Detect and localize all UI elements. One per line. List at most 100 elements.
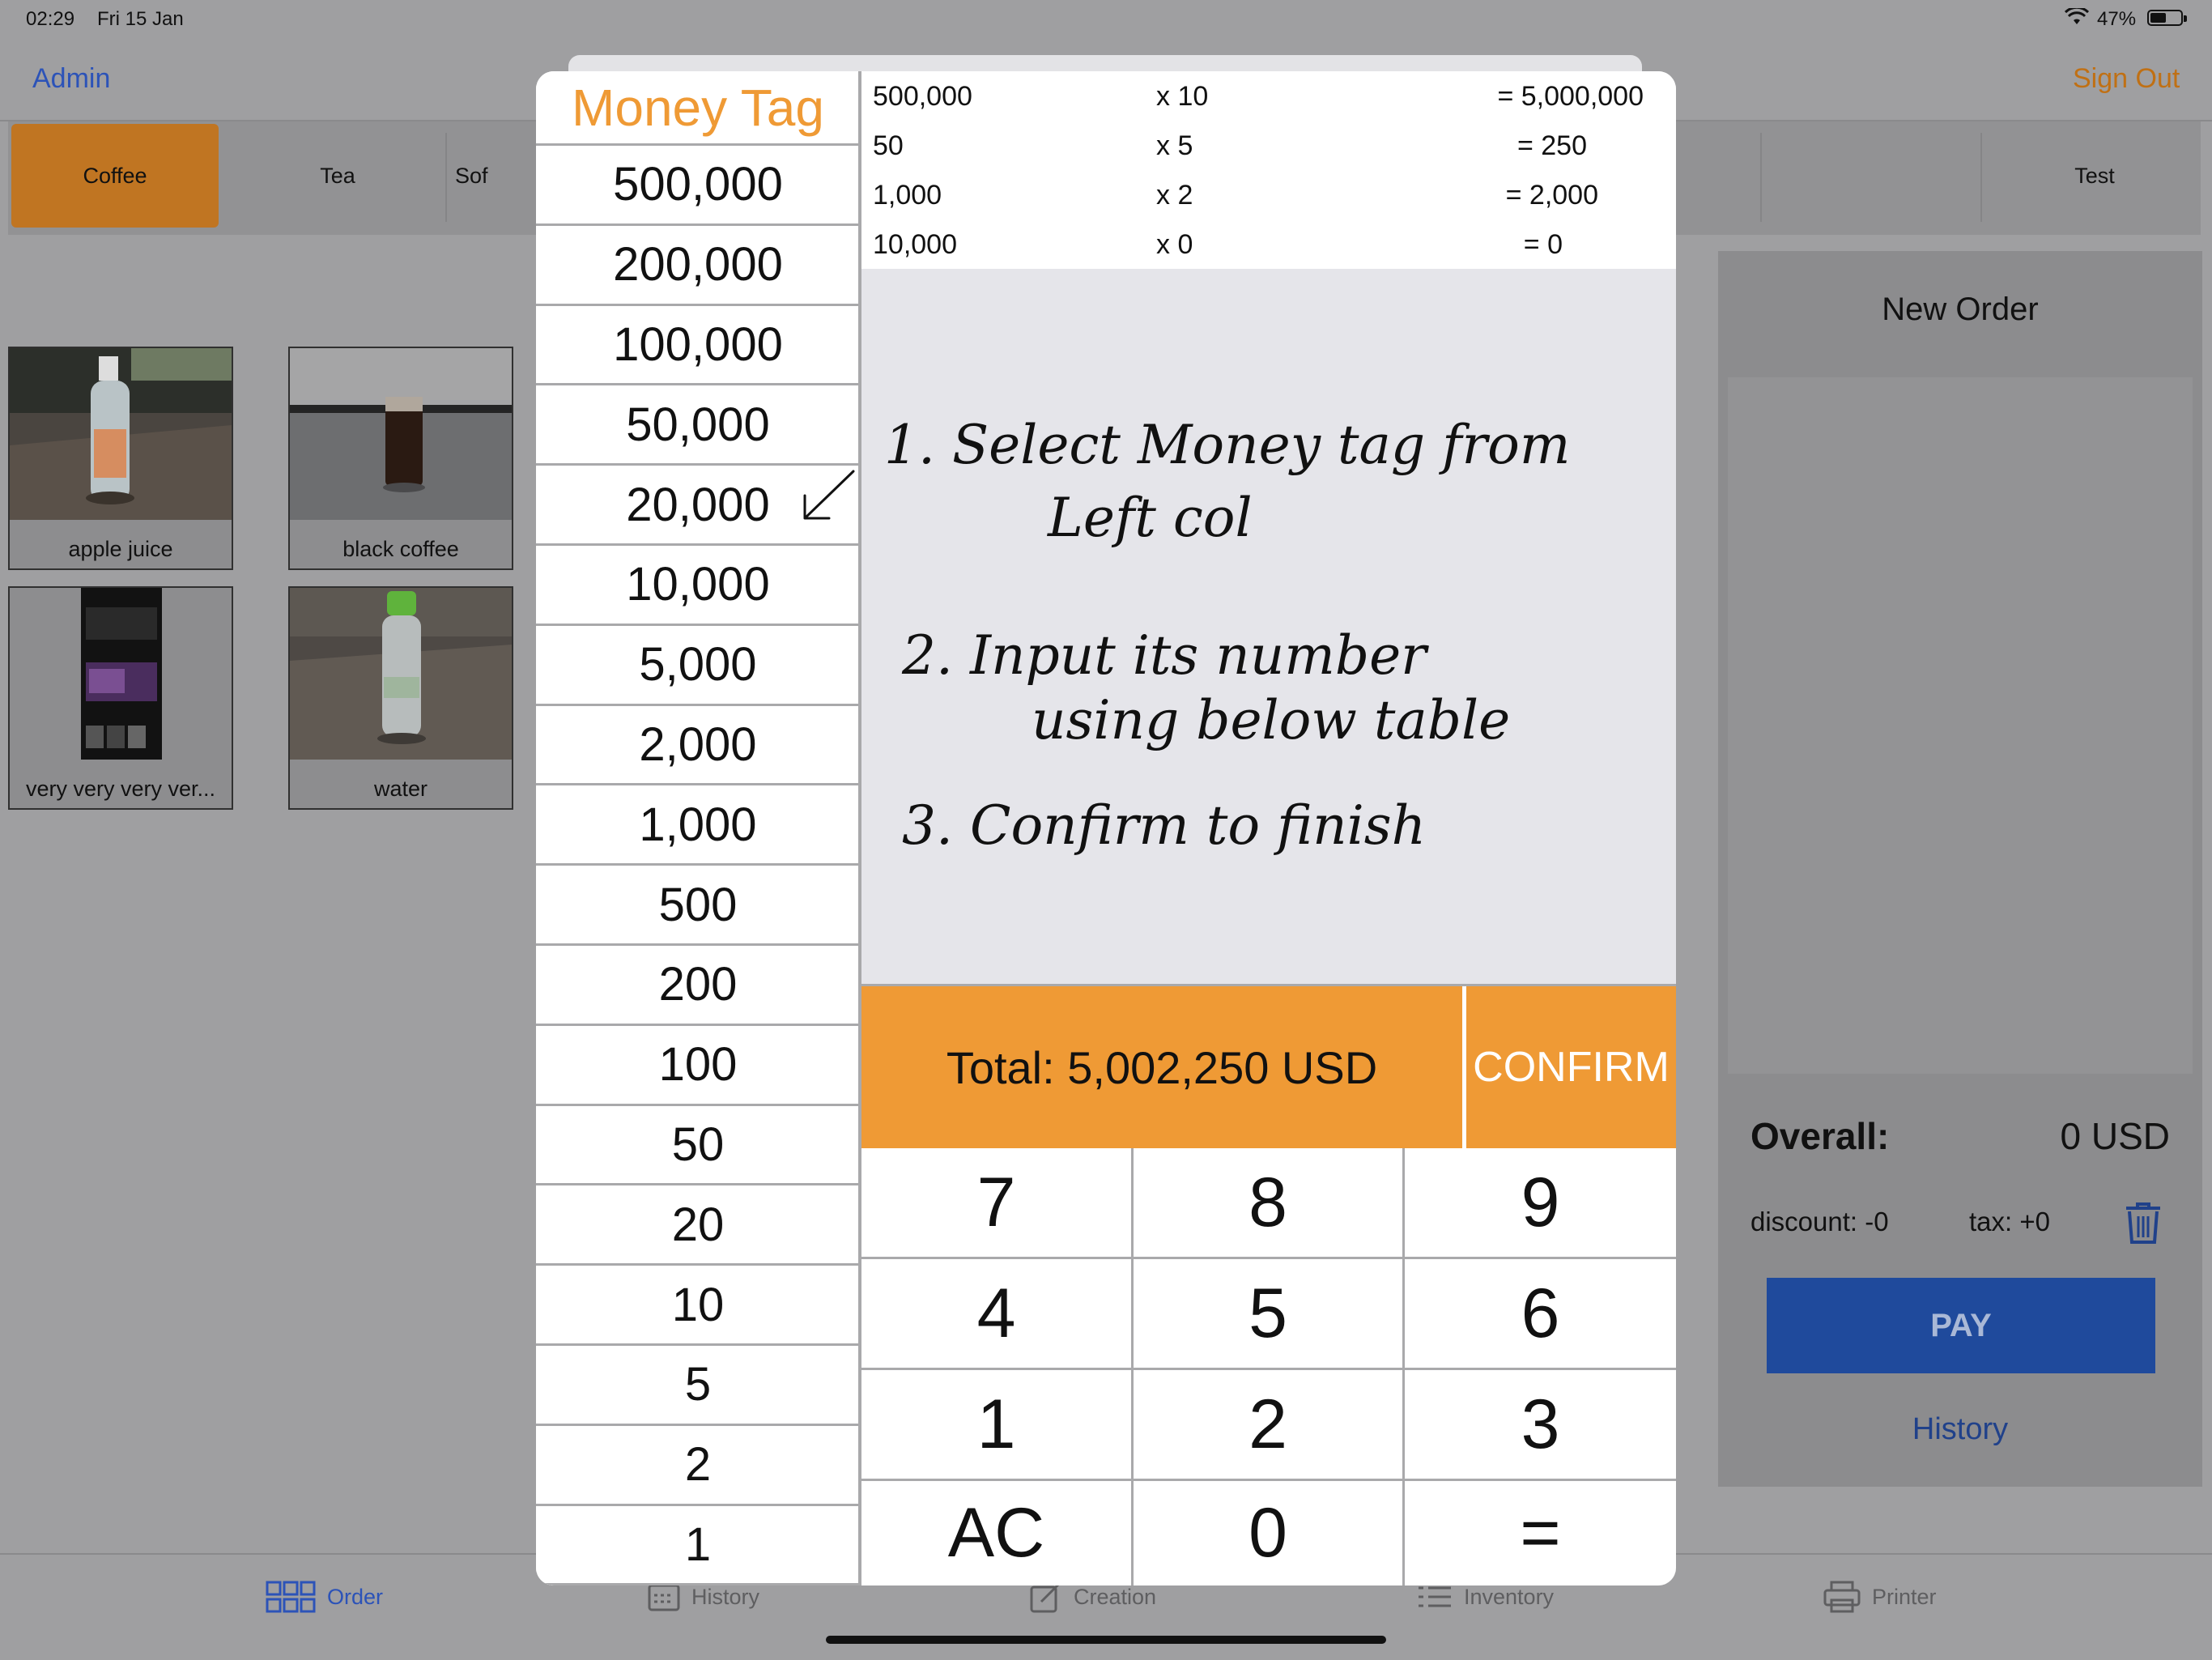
printer-icon: [1823, 1581, 1861, 1613]
product-card-water[interactable]: water: [288, 586, 513, 810]
entry-value: 1,000: [873, 180, 942, 211]
entry-row[interactable]: 10,000 x 0 = 0: [861, 219, 1676, 269]
money-tag-item[interactable]: 2: [536, 1425, 860, 1506]
keypad-key-0[interactable]: 0: [1134, 1481, 1402, 1586]
tab-order[interactable]: Order: [266, 1579, 383, 1615]
apple-juice-photo: [10, 348, 232, 520]
tab-label: Inventory: [1464, 1584, 1555, 1609]
money-tag-item[interactable]: 200,000: [536, 225, 860, 306]
keypad-key-9[interactable]: 9: [1405, 1148, 1676, 1257]
money-tag-item[interactable]: 200: [536, 946, 860, 1026]
money-tag-item[interactable]: 100,000: [536, 305, 860, 386]
category-tab-coffee[interactable]: Coffee: [11, 124, 219, 228]
pencil-square-icon: [1030, 1582, 1061, 1613]
entries-table: 500,000 x 10 = 5,000,000 50 x 5 = 250 1,…: [861, 71, 1676, 269]
overall-label: Overall:: [1750, 1115, 1890, 1157]
order-history-link[interactable]: History: [1718, 1412, 2202, 1447]
status-bar: 02:29 Fri 15 Jan 47%: [0, 0, 2212, 39]
money-tag-column: Money Tag 500,000 200,000 100,000 50,000 20,…: [536, 71, 860, 1586]
product-name: apple juice: [68, 537, 173, 561]
wifi-icon: [2064, 6, 2090, 32]
entry-row[interactable]: 500,000 x 10 = 5,000,000: [861, 71, 1676, 121]
entry-value: 50: [873, 130, 904, 161]
category-separator: [1980, 133, 1982, 222]
keypad-key-4[interactable]: 4: [861, 1259, 1131, 1368]
trash-icon[interactable]: [2123, 1200, 2163, 1249]
category-separator: [1760, 133, 1762, 222]
grid-icon: [266, 1581, 316, 1613]
black-coffee-photo: [290, 348, 512, 520]
total-label: Total: 5,002,250 USD: [946, 1041, 1378, 1093]
order-item-list[interactable]: [1728, 377, 2193, 1074]
money-tag-item[interactable]: 20: [536, 1185, 860, 1266]
battery-icon: [2147, 10, 2187, 26]
status-time: 02:29: [26, 8, 75, 30]
discount-label[interactable]: discount: -0: [1750, 1207, 1889, 1237]
money-tag-item[interactable]: 500,000: [536, 146, 860, 226]
money-tag-item[interactable]: 1: [536, 1505, 860, 1586]
tab-printer[interactable]: Printer: [1823, 1579, 1937, 1615]
entry-value: 500,000: [873, 81, 972, 112]
tax-label[interactable]: tax: +0: [1969, 1207, 2050, 1237]
list-icon: [1419, 1586, 1451, 1607]
entry-value: 10,000: [873, 229, 957, 260]
keypad-key-8[interactable]: 8: [1134, 1148, 1402, 1257]
category-tab-tea[interactable]: Tea: [228, 121, 447, 230]
confirm-button[interactable]: CONFIRM: [1466, 986, 1676, 1148]
entry-result: = 250: [1516, 130, 1587, 161]
product-card-very-long-name[interactable]: very very very ver...: [8, 586, 233, 810]
admin-link[interactable]: Admin: [32, 63, 110, 95]
battery-percent: 47%: [2097, 8, 2137, 30]
money-tag-item[interactable]: 500: [536, 866, 860, 946]
money-tag-modal: Money Tag 500,000 200,000 100,000 50,000 20,…: [536, 71, 1676, 1586]
money-tag-item[interactable]: 5,000: [536, 625, 860, 706]
money-tag-item[interactable]: 5: [536, 1346, 860, 1426]
product-card-apple-juice[interactable]: apple juice: [8, 347, 233, 570]
keypad-key-1[interactable]: 1: [861, 1370, 1131, 1479]
tab-label: Printer: [1872, 1584, 1937, 1609]
money-tag-header: Money Tag: [536, 71, 860, 146]
keypad-key-6[interactable]: 6: [1405, 1259, 1676, 1368]
arrow-icon: [803, 470, 855, 520]
overall-value: 0 USD: [2060, 1115, 2170, 1157]
handwritten-note-area: 1. Select Money tag from Left col 2. Inp…: [861, 269, 1676, 1053]
money-tag-item[interactable]: 2,000: [536, 705, 860, 786]
keypad-key-equals[interactable]: =: [1405, 1481, 1676, 1586]
note-line: Left col: [1047, 487, 1253, 549]
money-tag-item[interactable]: 100: [536, 1025, 860, 1106]
order-title: New Order: [1882, 292, 2039, 327]
note-line: 1. Select Money tag from: [884, 414, 1570, 476]
keypad-key-clear[interactable]: AC: [861, 1481, 1131, 1586]
sign-out-link[interactable]: Sign Out: [2073, 63, 2180, 95]
product-name: very very very ver...: [25, 777, 216, 801]
handwritten-note: 1. Select Money tag from Left col 2. Inp…: [884, 414, 1570, 857]
entry-row[interactable]: 1,000 x 2 = 2,000: [861, 170, 1676, 219]
entry-multiplier: x 0: [1156, 229, 1193, 260]
keypad-key-7[interactable]: 7: [861, 1148, 1131, 1257]
money-tag-item[interactable]: 10,000: [536, 546, 860, 626]
money-tag-item[interactable]: 10: [536, 1266, 860, 1346]
category-separator: [445, 133, 447, 222]
keypad-key-3[interactable]: 3: [1405, 1370, 1676, 1479]
pay-button[interactable]: PAY: [1767, 1278, 2155, 1373]
keypad-key-5[interactable]: 5: [1134, 1259, 1402, 1368]
note-line: using below table: [1032, 689, 1510, 751]
home-indicator: [826, 1636, 1386, 1644]
entry-multiplier: x 2: [1156, 180, 1193, 211]
entry-result: = 2,000: [1505, 180, 1598, 211]
tab-label: Creation: [1074, 1584, 1157, 1609]
keypad-key-2[interactable]: 2: [1134, 1370, 1402, 1479]
money-tag-item[interactable]: 50: [536, 1105, 860, 1186]
money-tag-item[interactable]: 50,000: [536, 385, 860, 466]
category-tab-test[interactable]: Test: [1989, 121, 2201, 230]
product-card-black-coffee[interactable]: black coffee: [288, 347, 513, 570]
screenshot-photo: [10, 588, 232, 760]
money-tag-item[interactable]: 1,000: [536, 785, 860, 866]
status-date: Fri 15 Jan: [97, 8, 184, 30]
tab-label: History: [691, 1584, 760, 1609]
product-name: water: [373, 777, 428, 801]
entry-result: = 0: [1523, 229, 1563, 260]
entry-result: = 5,000,000: [1497, 81, 1644, 112]
entry-row[interactable]: 50 x 5 = 250: [861, 121, 1676, 170]
entry-multiplier: x 5: [1156, 130, 1193, 161]
